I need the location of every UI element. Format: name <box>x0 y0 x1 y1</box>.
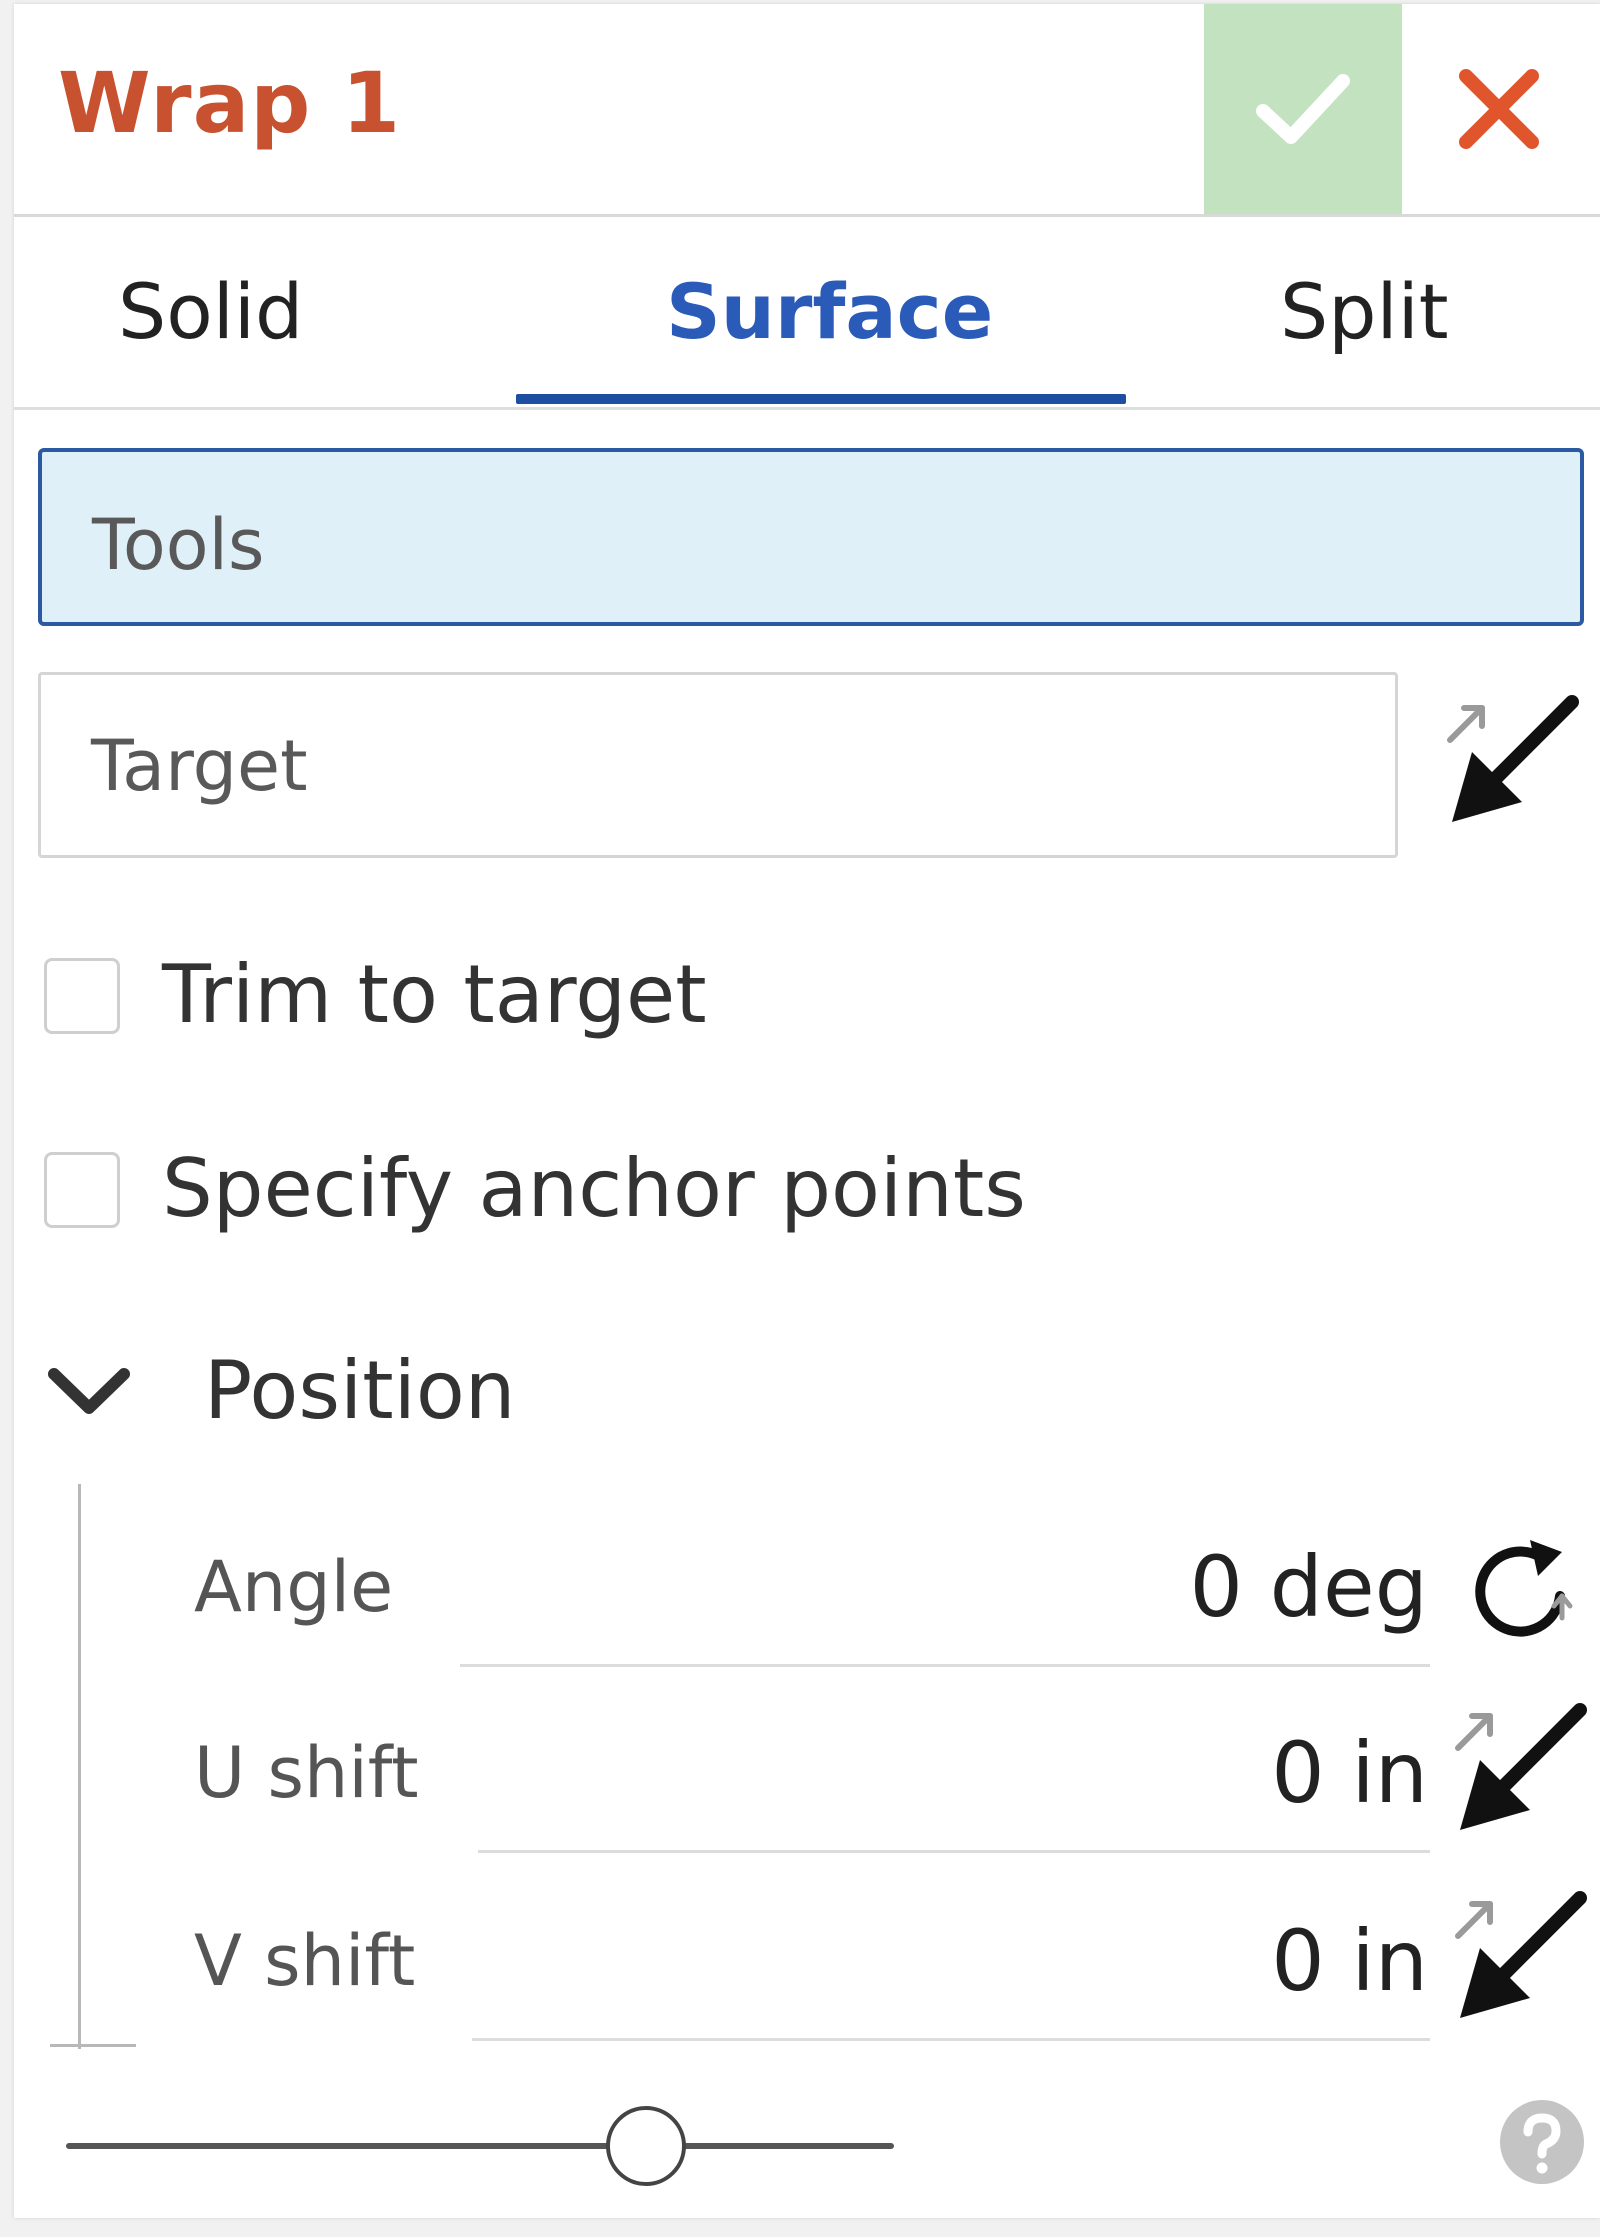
mode-tabs: Solid Surface Split <box>14 217 1600 410</box>
v-shift-flip-button[interactable] <box>1450 1886 1590 2026</box>
v-shift-row: V shift 0 in <box>14 1886 1600 2046</box>
angle-reset-button[interactable] <box>1450 1518 1590 1658</box>
active-tab-indicator <box>516 394 1126 404</box>
angle-input[interactable]: 0 deg <box>1190 1538 1428 1636</box>
tab-surface[interactable]: Surface <box>666 267 993 356</box>
dialog-title: Wrap 1 <box>58 54 402 152</box>
flip-direction-arrow-icon <box>1455 1703 1587 1830</box>
close-x-icon <box>1459 69 1539 149</box>
target-field-label: Target <box>91 725 308 807</box>
v-shift-input-underline <box>472 2038 1430 2041</box>
tools-selection-field[interactable]: Tools <box>38 448 1584 626</box>
u-shift-row: U shift 0 in <box>14 1698 1600 1858</box>
help-icon[interactable] <box>1498 2098 1586 2186</box>
u-shift-input-underline <box>478 1850 1430 1853</box>
tab-split[interactable]: Split <box>1280 267 1449 356</box>
wrap-feature-dialog: Wrap 1 Solid Surface Split Tools Target <box>14 4 1600 2218</box>
angle-row: Angle 0 deg <box>14 1512 1600 1672</box>
u-shift-label: U shift <box>194 1732 419 1814</box>
tools-field-label: Tools <box>92 504 265 586</box>
position-section-toggle[interactable]: Position <box>44 1344 744 1444</box>
u-shift-input[interactable]: 0 in <box>1271 1724 1428 1822</box>
detail-slider-thumb[interactable] <box>605 2106 686 2186</box>
position-section-label: Position <box>204 1344 516 1437</box>
v-shift-input[interactable]: 0 in <box>1271 1912 1428 2010</box>
u-shift-flip-button[interactable] <box>1450 1698 1590 1838</box>
rotate-icon <box>1475 1540 1573 1637</box>
cancel-button[interactable] <box>1444 54 1554 164</box>
target-selection-field[interactable]: Target <box>38 672 1398 858</box>
detail-slider-track[interactable] <box>66 2143 894 2149</box>
flip-direction-arrow-icon <box>1455 1891 1587 2018</box>
trim-to-target-checkbox[interactable] <box>44 958 120 1034</box>
angle-input-underline <box>460 1664 1430 1667</box>
specify-anchor-points-label: Specify anchor points <box>162 1142 1026 1235</box>
v-shift-label: V shift <box>194 1920 416 2002</box>
angle-label: Angle <box>194 1546 394 1628</box>
dialog-header: Wrap 1 <box>14 4 1600 217</box>
checkmark-icon <box>1256 74 1350 144</box>
accept-button[interactable] <box>1204 4 1402 214</box>
tab-solid[interactable]: Solid <box>118 267 303 356</box>
target-flip-button[interactable] <box>1442 690 1582 830</box>
chevron-down-icon <box>48 1368 130 1414</box>
flip-direction-arrow-icon <box>1447 695 1579 822</box>
trim-to-target-label: Trim to target <box>162 948 707 1041</box>
specify-anchor-points-checkbox[interactable] <box>44 1152 120 1228</box>
